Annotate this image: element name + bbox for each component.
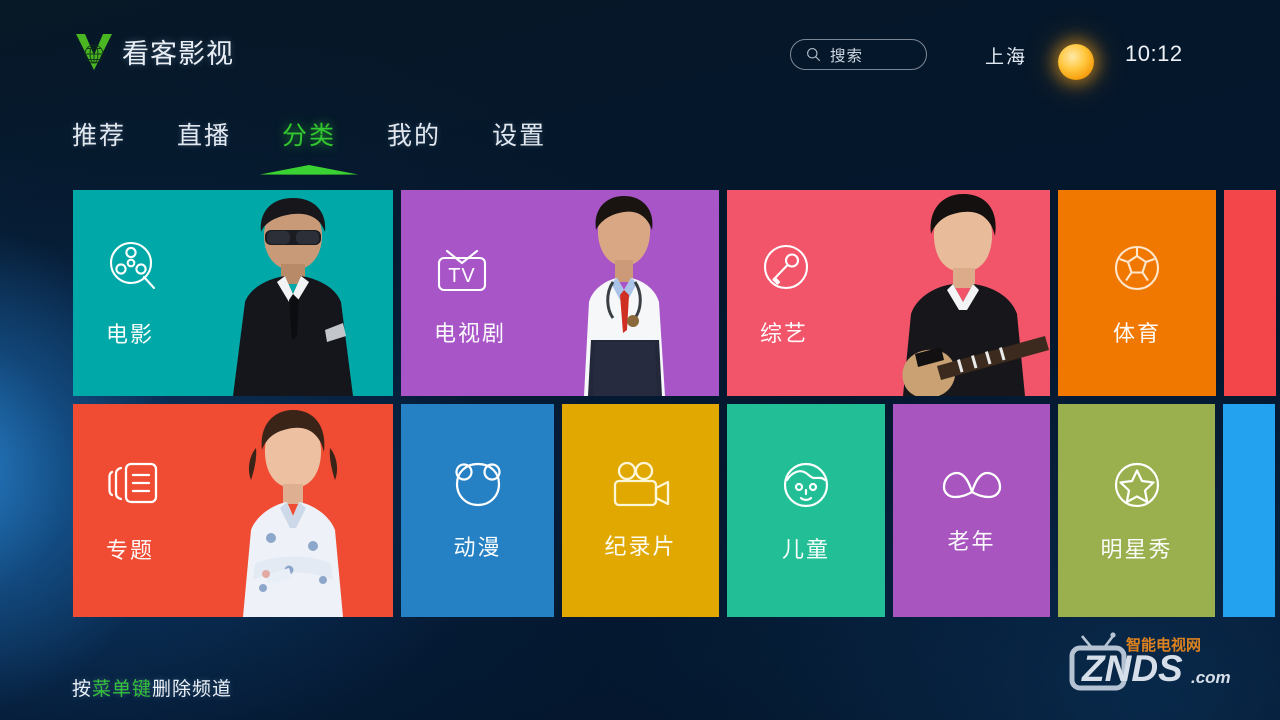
tile-label-text: 体育 (1112, 320, 1161, 346)
category-tile-专题[interactable]: 专题 (73, 404, 393, 617)
watermark-suffix: .com (1191, 668, 1231, 687)
nav-item-label: 直播 (177, 122, 232, 150)
tile-artwork-woman-guitar-leather-jacket (850, 190, 1050, 396)
tile-label-text: 专题 (106, 538, 155, 563)
tile-artwork-man-in-suit-sunglasses (195, 190, 393, 396)
hint-key: 菜单键 (92, 679, 153, 700)
moustache-icon (939, 465, 1005, 510)
tile-artwork-woman-in-qipao (195, 404, 393, 617)
video-camera-icon (610, 460, 672, 515)
tv-launcher-screen: 看客影视 搜索 上海 10:12 推荐 直播 分类 我的 设置 电影 TV 电视剧 综艺 体育 … (0, 0, 1280, 720)
search-placeholder: 搜索 (830, 47, 864, 65)
nav-item-2[interactable]: 分类 (254, 116, 365, 186)
hint-suffix: 删除频道 (152, 679, 233, 700)
tv-watermark-icon: 智能电视网 ZNDS .com (1069, 632, 1231, 691)
bear-head-icon (449, 459, 507, 516)
tile-label-text: 儿童 (781, 537, 830, 562)
nav-item-label: 推荐 (72, 122, 127, 150)
tile-label-text: 纪录片 (604, 534, 677, 559)
category-tile-老年[interactable]: 老年 (893, 404, 1050, 617)
brand-name: 看客影视 (122, 38, 234, 69)
category-grid-row-2: 专题 动漫 纪录片 儿童 老年 明星秀 (73, 404, 1275, 617)
tile-label-block: 老年 (893, 404, 1050, 617)
znds-watermark: 智能电视网 ZNDS .com (1060, 628, 1270, 694)
category-grid-row-1: 电影 TV 电视剧 综艺 体育 (73, 190, 1276, 396)
category-tile-动漫[interactable]: 动漫 (401, 404, 554, 617)
tile-label-block: 体育 (1058, 190, 1216, 396)
city-label[interactable]: 上海 (985, 42, 1027, 69)
category-tile-纪录片[interactable]: 纪录片 (562, 404, 719, 617)
tile-label-text: 动漫 (453, 535, 502, 560)
tile-label-text: 电视剧 (434, 320, 507, 346)
star-circle-icon (1109, 457, 1165, 518)
category-tile-电影[interactable]: 电影 (73, 190, 393, 396)
nav-item-label: 设置 (492, 122, 547, 150)
hint-prefix: 按 (72, 679, 93, 700)
tile-label-block: 儿童 (727, 404, 885, 617)
nav-item-0[interactable]: 推荐 (72, 116, 126, 166)
category-tile-partial-row1-4[interactable] (1224, 190, 1276, 396)
tile-label-text: 电影 (106, 321, 155, 347)
category-tile-综艺[interactable]: 综艺 (727, 190, 1050, 396)
top-bar: 看客影视 搜索 上海 10:12 (0, 0, 1280, 100)
nav-item-3[interactable]: 我的 (387, 116, 441, 166)
category-tile-体育[interactable]: 体育 (1058, 190, 1216, 396)
nav-active-indicator (254, 153, 365, 186)
main-nav: 推荐 直播 分类 我的 设置 (72, 116, 546, 186)
footer-hint: 按菜单键删除频道 (72, 674, 232, 701)
category-tile-电视剧[interactable]: TV 电视剧 (401, 190, 719, 396)
category-tile-partial-row2-6[interactable] (1223, 404, 1275, 617)
child-face-icon (778, 457, 834, 518)
sun-icon (1058, 44, 1094, 80)
tile-label-block: 纪录片 (562, 404, 719, 617)
tile-label-text: 综艺 (760, 320, 809, 346)
topic-stack-icon (104, 456, 164, 517)
tile-label-block: 明星秀 (1058, 404, 1215, 617)
v-globe-logo-icon (76, 34, 112, 70)
svg-text:TV: TV (448, 265, 476, 287)
tile-label-text: 老年 (947, 529, 996, 554)
category-tile-儿童[interactable]: 儿童 (727, 404, 885, 617)
tile-label-block: 动漫 (401, 404, 554, 617)
tile-artwork-male-doctor-white-coat (522, 190, 719, 396)
nav-item-label: 分类 (282, 122, 337, 150)
app-logo: 看客影视 (72, 29, 234, 73)
nav-item-1[interactable]: 直播 (177, 116, 231, 166)
search-box[interactable]: 搜索 (790, 39, 927, 70)
tile-label-text: 明星秀 (1100, 537, 1173, 562)
film-reel-icon (104, 238, 162, 301)
search-icon (807, 48, 821, 62)
nav-item-4[interactable]: 设置 (492, 116, 546, 166)
microphone-icon (758, 239, 814, 300)
nav-item-label: 我的 (387, 122, 442, 150)
tv-icon: TV (432, 239, 492, 300)
category-tile-明星秀[interactable]: 明星秀 (1058, 404, 1215, 617)
watermark-brand: ZNDS (1081, 648, 1183, 689)
clock-label: 10:12 (1125, 41, 1183, 66)
soccer-ball-icon (1108, 239, 1166, 302)
